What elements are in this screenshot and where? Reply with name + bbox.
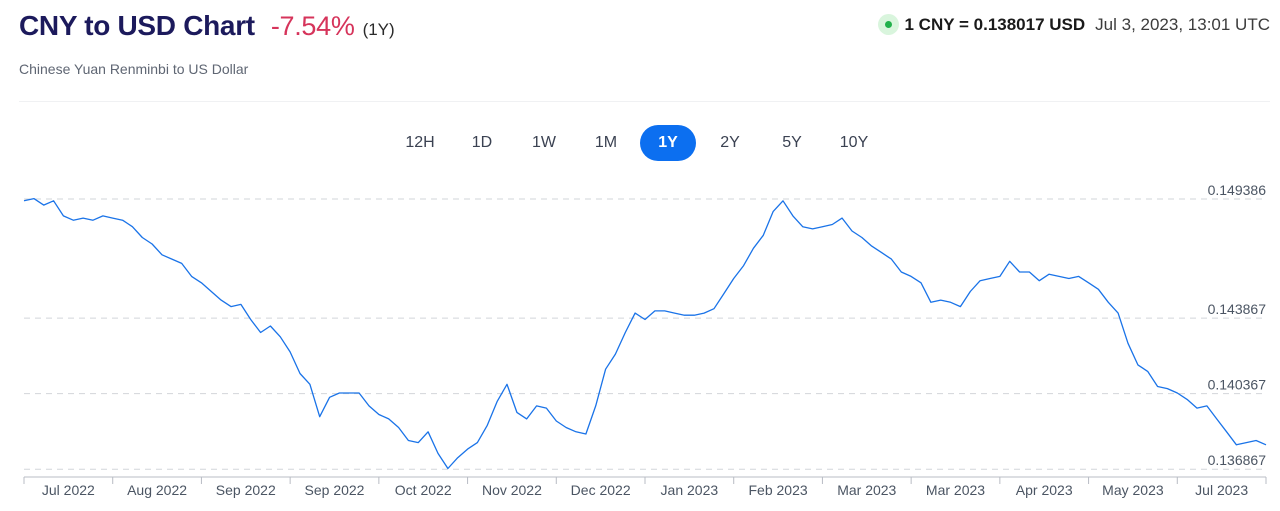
x-tick-label: Jul 2023 bbox=[1195, 482, 1248, 498]
tab-1y[interactable]: 1Y bbox=[640, 125, 696, 161]
live-rate-value: 1 CNY = 0.138017 USD bbox=[904, 14, 1086, 34]
period-tabs: 12H 1D 1W 1M 1Y 2Y 5Y 10Y bbox=[392, 125, 888, 161]
live-indicator-icon bbox=[877, 14, 899, 35]
y-tick-label: 0.140367 bbox=[1208, 377, 1267, 393]
x-tick-label: Apr 2023 bbox=[1016, 482, 1073, 498]
page-subtitle: Chinese Yuan Renminbi to US Dollar bbox=[19, 61, 249, 77]
tab-1w[interactable]: 1W bbox=[516, 125, 572, 161]
y-tick-label: 0.143867 bbox=[1208, 301, 1267, 317]
x-tick-label: Sep 2022 bbox=[305, 482, 365, 498]
y-tick-label: 0.136867 bbox=[1208, 452, 1267, 468]
percent-change: -7.54% bbox=[270, 11, 355, 41]
y-tick-label: 0.149386 bbox=[1208, 182, 1267, 198]
x-tick-label: Sep 2022 bbox=[216, 482, 276, 498]
x-tick-label: Jul 2022 bbox=[42, 482, 95, 498]
x-tick-label: Jan 2023 bbox=[661, 482, 719, 498]
x-tick-label: Oct 2022 bbox=[395, 482, 452, 498]
x-tick-label: Aug 2022 bbox=[127, 482, 187, 498]
line-chart: 0.149386 0.143867 0.140367 0.136867 Jul 202… bbox=[23, 182, 1267, 498]
period-label: (1Y) bbox=[362, 20, 395, 39]
x-axis: Jul 2022 Aug 2022 Sep 2022 Sep 2022 Oct 2022… bbox=[23, 477, 1267, 498]
grid-lines bbox=[24, 198, 1266, 470]
x-tick-label: Feb 2023 bbox=[748, 482, 807, 498]
x-tick-label: Nov 2022 bbox=[482, 482, 542, 498]
tab-5y[interactable]: 5Y bbox=[764, 125, 820, 161]
tab-1m[interactable]: 1M bbox=[578, 125, 634, 161]
chart-title-row: CNY to USD Chart -7.54% (1Y) bbox=[19, 10, 395, 42]
x-tick-label: Mar 2023 bbox=[926, 482, 985, 498]
x-tick-label: Dec 2022 bbox=[571, 482, 631, 498]
x-tick-label: Mar 2023 bbox=[837, 482, 896, 498]
rate-timestamp: Jul 3, 2023, 13:01 UTC bbox=[1095, 14, 1270, 34]
header-divider bbox=[19, 101, 1270, 102]
live-rate: 1 CNY = 0.138017 USD Jul 3, 2023, 13:01 … bbox=[877, 14, 1270, 35]
tab-12h[interactable]: 12H bbox=[392, 125, 448, 161]
tab-2y[interactable]: 2Y bbox=[702, 125, 758, 161]
y-axis-labels: 0.149386 0.143867 0.140367 0.136867 bbox=[1208, 182, 1267, 468]
page-title: CNY to USD Chart bbox=[19, 10, 255, 41]
x-tick-label: May 2023 bbox=[1102, 482, 1164, 498]
tab-1d[interactable]: 1D bbox=[454, 125, 510, 161]
tab-10y[interactable]: 10Y bbox=[826, 125, 882, 161]
series-line bbox=[23, 197, 1267, 470]
